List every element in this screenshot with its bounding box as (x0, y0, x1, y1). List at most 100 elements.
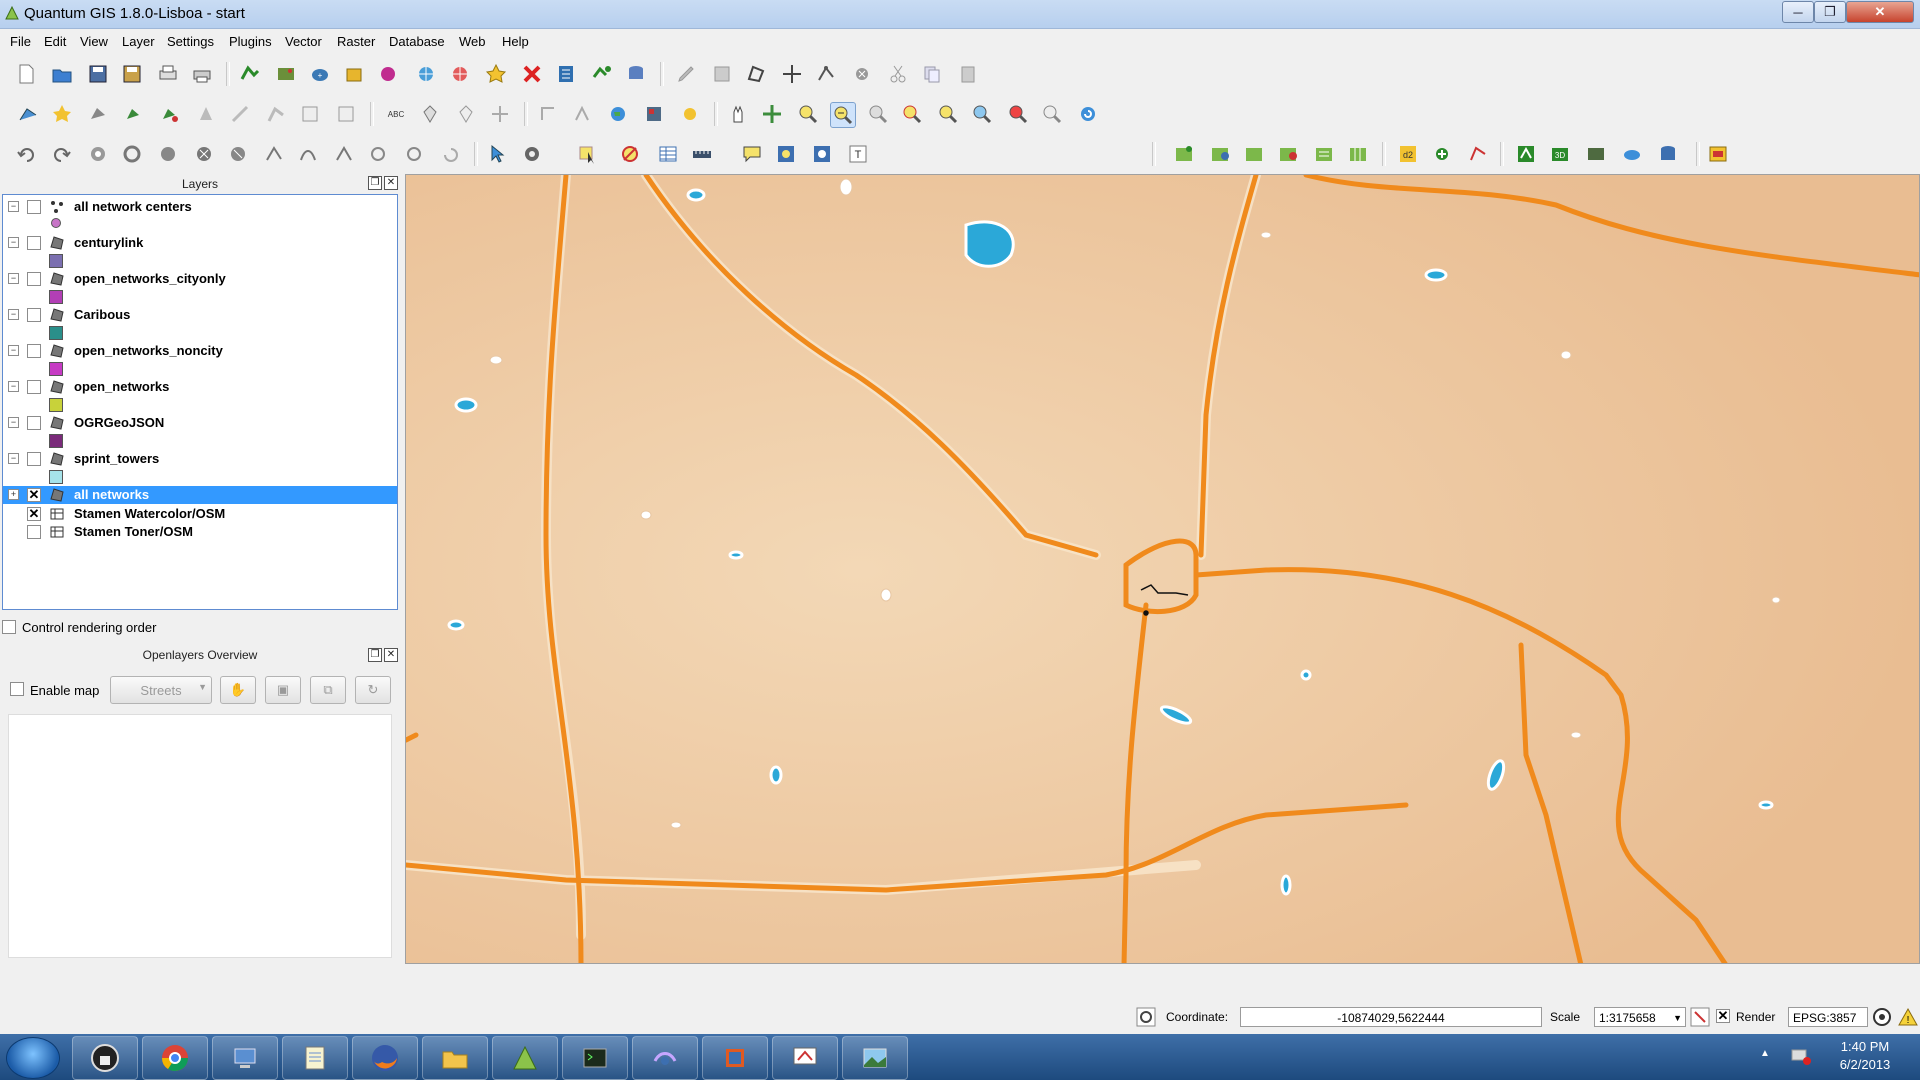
expand-layer-icon[interactable]: − (8, 345, 19, 356)
zoom-to-layer-icon[interactable] (970, 102, 994, 126)
run-feature-action-icon[interactable] (520, 142, 544, 166)
move-feature-icon[interactable] (780, 62, 804, 86)
refresh-icon[interactable] (1076, 102, 1100, 126)
coordinate-field[interactable]: -10874029,5622444 (1240, 1007, 1542, 1027)
close-panel-icon[interactable]: ✕ (384, 176, 398, 190)
layer-row[interactable]: − open_networks_noncity (3, 342, 397, 360)
tray-expand-icon[interactable]: ▲ (1760, 1048, 1770, 1059)
change-label-icon[interactable] (570, 102, 594, 126)
add-ring-icon[interactable] (86, 142, 110, 166)
annotation-icon[interactable] (678, 102, 702, 126)
layer-row[interactable]: + ✕ all networks (3, 486, 397, 504)
print-composer-icon[interactable] (156, 62, 180, 86)
new-bookmark-icon[interactable] (774, 142, 798, 166)
simplify-feature-icon[interactable] (334, 102, 358, 126)
layer-symbol-swatch[interactable] (51, 218, 61, 228)
menu-layer[interactable]: Layer (122, 34, 155, 49)
add-feature-icon[interactable] (744, 62, 768, 86)
layer-tree[interactable]: − all network centers − centurylink − open_ne… (2, 194, 398, 610)
enable-map-checkbox[interactable] (10, 682, 24, 696)
layer-symbol-swatch[interactable] (49, 470, 63, 484)
taskbar-notepad-icon[interactable] (282, 1036, 348, 1080)
layer-visibility-checkbox[interactable] (27, 452, 41, 466)
expand-layer-icon[interactable]: − (8, 237, 19, 248)
pan-map-icon[interactable] (726, 102, 750, 126)
node-tool-icon[interactable] (814, 62, 838, 86)
layer-visibility-checkbox[interactable] (27, 416, 41, 430)
fill-ring-icon[interactable] (156, 142, 180, 166)
menu-plugins[interactable]: Plugins (229, 34, 272, 49)
cut-features-icon[interactable] (886, 62, 910, 86)
plugin-warp-icon[interactable] (1312, 142, 1336, 166)
taskbar-lock-app-icon[interactable] (72, 1036, 138, 1080)
menu-database[interactable]: Database (389, 34, 445, 49)
layer-row[interactable]: − open_networks (3, 378, 397, 396)
merge-attributes-icon[interactable] (366, 142, 390, 166)
scale-combobox[interactable]: 1:3175658 ▼ (1594, 1007, 1686, 1027)
maximize-button[interactable]: ❐ (1814, 1, 1846, 23)
expand-layer-icon[interactable]: − (8, 381, 19, 392)
add-raster-layer-icon[interactable] (274, 62, 298, 86)
hand-tool-icon[interactable]: ✋ (220, 676, 256, 704)
database-connect-icon[interactable] (624, 62, 648, 86)
layer-row[interactable]: ✕ Stamen Watercolor/OSM (3, 505, 397, 523)
rotate-label-icon[interactable] (536, 102, 560, 126)
layer-symbol-swatch[interactable] (49, 434, 63, 448)
move-label-icon[interactable] (488, 102, 512, 126)
zoom-native-icon[interactable] (1006, 102, 1030, 126)
float-panel-icon[interactable]: ❐ (368, 648, 382, 662)
plugin-database-icon[interactable] (1656, 142, 1680, 166)
undo-icon[interactable] (14, 142, 38, 166)
menu-settings[interactable]: Settings (167, 34, 214, 49)
plugin-raster-icon[interactable] (1514, 142, 1538, 166)
layer-row[interactable]: Stamen Toner/OSM (3, 523, 397, 541)
zoom-full-icon[interactable] (900, 102, 924, 126)
zoom-to-selection-icon[interactable] (936, 102, 960, 126)
render-checkbox[interactable]: ✕ (1716, 1009, 1730, 1023)
layer-visibility-checkbox[interactable] (27, 525, 41, 539)
split-features-icon[interactable] (228, 102, 252, 126)
plugin-ftools-icon[interactable] (1172, 142, 1196, 166)
layer-visibility-checkbox[interactable] (27, 200, 41, 214)
capture-icon[interactable]: ▣ (265, 676, 301, 704)
toggle-editing-icon[interactable] (674, 62, 698, 86)
crs-status[interactable]: EPSG:3857 (1788, 1007, 1868, 1027)
delete-ring-icon[interactable] (192, 142, 216, 166)
redo-icon[interactable] (50, 142, 74, 166)
select-features-icon[interactable] (576, 142, 600, 166)
taskbar-firefox-icon[interactable] (352, 1036, 418, 1080)
menu-vector[interactable]: Vector (285, 34, 322, 49)
menu-edit[interactable]: Edit (44, 34, 66, 49)
copy-to-canvas-icon[interactable]: ⧉ (310, 676, 346, 704)
layer-symbol-swatch[interactable] (49, 290, 63, 304)
text-annotation-icon[interactable]: T (846, 142, 870, 166)
layer-properties-icon[interactable] (86, 102, 110, 126)
float-panel-icon[interactable]: ❐ (368, 176, 382, 190)
delete-part-icon[interactable] (226, 142, 250, 166)
pan-to-selection-icon[interactable] (760, 102, 784, 126)
layer-visibility-checkbox[interactable]: ✕ (27, 507, 41, 521)
layer-symbol-swatch[interactable] (49, 254, 63, 268)
plugin-merge-icon[interactable] (1242, 142, 1266, 166)
expand-layer-icon[interactable]: − (8, 201, 19, 212)
add-vector-layer-icon[interactable] (238, 62, 262, 86)
add-wfs-layer-icon[interactable] (590, 62, 614, 86)
identify-features-icon[interactable] (486, 142, 510, 166)
add-point-layer-icon[interactable] (122, 102, 146, 126)
plugin-photo-icon[interactable] (1584, 142, 1608, 166)
add-wcs-layer-icon[interactable] (448, 62, 472, 86)
menu-raster[interactable]: Raster (337, 34, 375, 49)
zoom-out-icon[interactable] (830, 102, 856, 128)
add-part-icon[interactable] (120, 142, 144, 166)
layer-symbol-swatch[interactable] (49, 326, 63, 340)
crs-projection-icon[interactable] (1872, 1007, 1892, 1027)
save-as-icon[interactable] (120, 62, 144, 86)
layer-row[interactable]: − OGRGeoJSON (3, 414, 397, 432)
plugin-clip-icon[interactable] (1276, 142, 1300, 166)
openlayers-map-view[interactable] (8, 714, 392, 958)
layer-row[interactable]: − sprint_towers (3, 450, 397, 468)
layer-row[interactable]: − Caribous (3, 306, 397, 324)
refresh-overview-icon[interactable]: ↻ (355, 676, 391, 704)
deselect-features-icon[interactable] (618, 142, 642, 166)
show-hide-labels-icon[interactable] (454, 102, 478, 126)
